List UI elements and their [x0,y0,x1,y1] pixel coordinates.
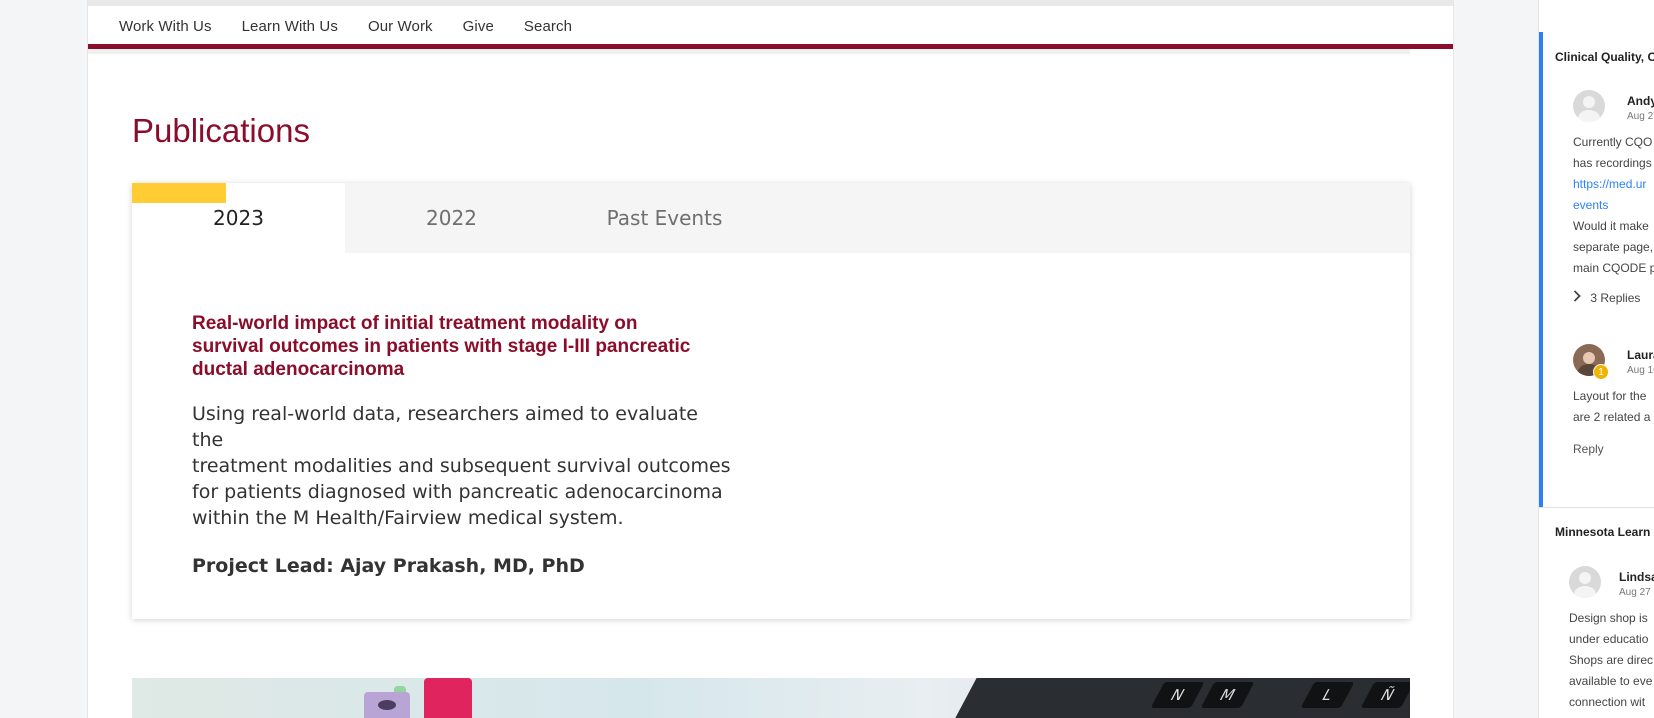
tab-label: 2022 [426,206,477,230]
comment-text-line: connection wit [1569,695,1646,709]
comment-thread[interactable]: Clinical Quality, C Andy Aug 27 Currentl… [1539,32,1654,507]
nav-search[interactable]: Search [524,18,572,35]
comment-text-line: separate page, [1573,240,1654,254]
comment-text-line: under educatio [1569,632,1649,646]
comment-author: Andy [1627,94,1654,108]
key-l: L [1300,682,1355,708]
comment-date: Aug 27 [1627,111,1654,122]
hero-image: N M L Ñ [132,678,1410,718]
comment-text-line: available to eve [1569,674,1653,688]
nav-our-work[interactable]: Our Work [368,18,433,35]
tab-label: 2023 [213,206,264,230]
main-nav: Work With Us Learn With Us Our Work Give… [88,6,1453,46]
page-title: Publications [132,112,310,149]
comment-text-line: main CQODE p [1573,261,1654,275]
comment-text-line: Currently CQO [1573,135,1653,149]
comment-text-line: are 2 related a [1573,410,1651,424]
publication-description-line: treatment modalities and subsequent surv… [192,455,731,477]
main-page: Work With Us Learn With Us Our Work Give… [87,0,1454,718]
nav-work-with-us[interactable]: Work With Us [119,18,212,35]
nav-shadow [88,49,1410,54]
publication-description: Using real-world data, researchers aimed… [192,401,732,531]
publication-description-line: Using real-world data, researchers aimed… [192,403,698,451]
publication-title-line: ductal adenocarcinoma [192,359,405,380]
publication-title-line: survival outcomes in patients with stage… [192,336,691,357]
notification-badge: 1 [1593,364,1609,380]
comment-text-line: Shops are direc [1569,653,1654,667]
chevron-right-icon [1573,290,1587,305]
comment-body: Currently CQO has recordings https://med… [1573,132,1654,279]
comment-text-line: Layout for the [1573,389,1647,403]
replies-count: 3 Replies [1590,291,1641,305]
publication-item: Real-world impact of initial treatment m… [192,312,732,577]
keyboard-illustration: N M L Ñ [950,678,1410,718]
comment-body: Layout for the are 2 related a [1573,386,1650,428]
avatar [1573,90,1605,122]
thread-title: Clinical Quality, C [1555,50,1654,64]
comment-thread[interactable]: Minnesota Learn Lindsa Aug 27 Design sho… [1539,508,1654,718]
comment-text-line: Would it make [1573,219,1649,233]
comment-text-line: Design shop is [1569,611,1648,625]
nav-give[interactable]: Give [463,18,494,35]
test-tube-purple [364,692,410,718]
comment-date: Aug 27 [1619,587,1651,598]
thread-title: Minnesota Learn [1555,525,1651,539]
publication-description-line: for patients diagnosed with pancreatic a… [192,481,723,503]
comment-link[interactable]: https://med.ur [1573,174,1654,195]
key-m: M [1200,682,1255,708]
comment-author: Laura [1627,348,1654,362]
comments-panel: Clinical Quality, C Andy Aug 27 Currentl… [1538,0,1654,718]
tab-bar: 2023 2022 Past Events [132,183,1410,253]
publication-title[interactable]: Real-world impact of initial treatment m… [192,312,732,381]
reply-button[interactable]: Reply [1573,442,1604,456]
avatar [1569,566,1601,598]
tab-label: Past Events [606,206,723,230]
publications-tab-card: 2023 2022 Past Events Real-world impact … [132,183,1410,619]
tab-2022[interactable]: 2022 [345,183,558,253]
comment-link[interactable]: events [1573,195,1654,216]
comment-text-line: has recordings [1573,156,1652,170]
active-tab-accent [132,183,226,203]
comment-date: Aug 16 [1627,365,1654,376]
tab-2023[interactable]: 2023 [132,183,345,253]
tab-past-events[interactable]: Past Events [558,183,771,253]
publication-project-lead: Project Lead: Ajay Prakash, MD, PhD [192,555,585,577]
nav-learn-with-us[interactable]: Learn With Us [242,18,338,35]
replies-toggle[interactable]: 3 Replies [1573,290,1640,305]
publication-description-line: within the M Health/Fairview medical sys… [192,507,624,529]
publication-title-line: Real-world impact of initial treatment m… [192,313,638,334]
test-tube-pink [424,678,472,718]
comment-body: Design shop is under educatio Shops are … [1569,608,1653,713]
key-n: N [1150,682,1205,708]
key-n-tilde: Ñ [1360,682,1410,708]
comment-author: Lindsa [1619,570,1654,584]
